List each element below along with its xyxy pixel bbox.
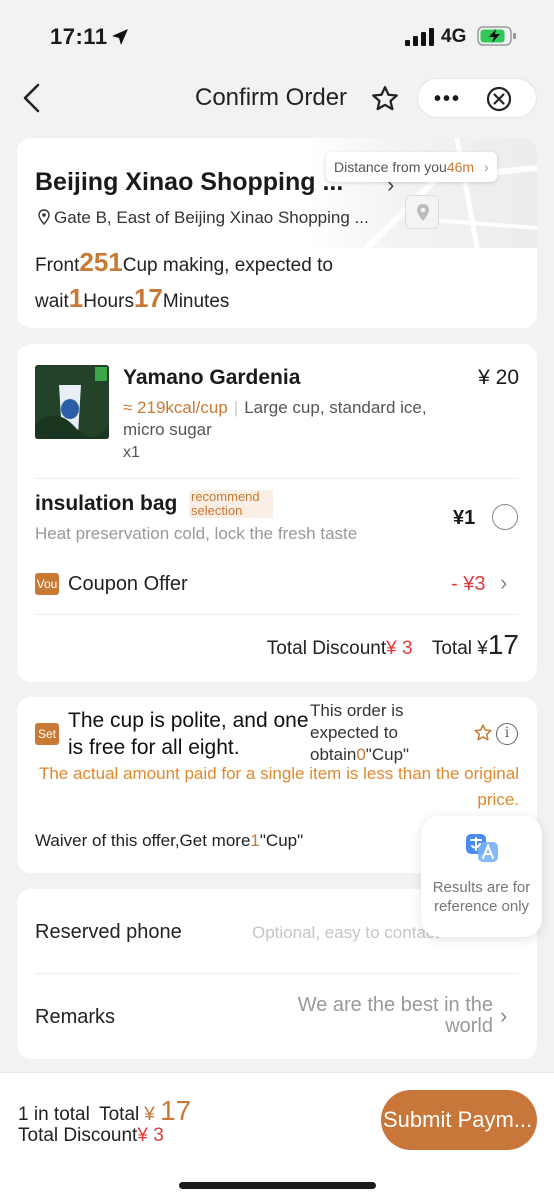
checkout-discount-label: Total Discount bbox=[18, 1125, 138, 1146]
phone-label: Reserved phone bbox=[35, 921, 182, 943]
nav-bar: Confirm Order ••• bbox=[0, 70, 554, 130]
home-indicator bbox=[179, 1182, 376, 1189]
location-arrow-icon bbox=[112, 29, 128, 45]
promo-note: The actual amount paid for a single item… bbox=[38, 764, 519, 809]
waiver-suffix: "Cup" bbox=[259, 831, 304, 850]
store-card[interactable]: Beijing Xinao Shopping ... › Distance fr… bbox=[17, 138, 537, 328]
promo-waiver[interactable]: Waiver of this offer,Get more1"Cup" bbox=[35, 831, 303, 851]
distance-label: Distance from you bbox=[334, 159, 447, 175]
recommend-tag: recommend selection bbox=[189, 490, 273, 518]
checkout-total-label: Total bbox=[99, 1104, 140, 1125]
coupon-value[interactable]: - ¥3 bbox=[451, 573, 485, 596]
discount-value: ¥ 3 bbox=[386, 638, 413, 659]
wait-hours-label: Hours bbox=[83, 291, 134, 312]
cups-ahead: 251 bbox=[79, 247, 123, 277]
translate-disclaimer: Results are for reference only bbox=[432, 879, 531, 915]
network-type: 4G bbox=[441, 26, 467, 47]
wait-hours: 1 bbox=[68, 283, 84, 313]
submit-payment-button[interactable]: Submit Paym... bbox=[381, 1090, 537, 1150]
checkout-total: 1 in total Total ¥ 17 bbox=[18, 1095, 191, 1127]
chevron-right-icon[interactable]: › bbox=[500, 570, 507, 596]
distance-tooltip: Distance from you46m › bbox=[326, 152, 497, 182]
map-pin-icon bbox=[405, 195, 439, 229]
set-icon: Set bbox=[35, 723, 59, 745]
waiver-count: 1 bbox=[250, 831, 260, 850]
voucher-icon: Vou bbox=[35, 573, 59, 595]
divider bbox=[35, 614, 519, 615]
checkout-currency: ¥ bbox=[144, 1104, 155, 1125]
translate-badge[interactable]: Results are for reference only bbox=[421, 816, 542, 937]
product-price: ¥ 20 bbox=[478, 366, 519, 389]
store-name[interactable]: Beijing Xinao Shopping ... bbox=[35, 168, 343, 197]
store-address: Gate B, East of Beijing Xinao Shopping .… bbox=[37, 208, 369, 228]
total-currency: ¥ bbox=[477, 638, 488, 659]
coupon-label[interactable]: Coupon Offer bbox=[68, 573, 188, 596]
address-text: Gate B, East of Beijing Xinao Shopping .… bbox=[54, 208, 369, 227]
product-quantity: x1 bbox=[123, 444, 140, 461]
product-thumbnail bbox=[35, 365, 109, 439]
location-pin-icon bbox=[38, 209, 50, 226]
addon-radio[interactable] bbox=[492, 504, 518, 530]
chevron-right-icon[interactable]: › bbox=[500, 1003, 507, 1029]
order-total-line: Total Discount¥ 3 Total ¥17 bbox=[267, 629, 519, 661]
promo-obtain-text: This order is expected to obtain0"Cup" bbox=[310, 700, 470, 766]
product-spec: ≈ 219kcal/cup | Large cup, standard ice, m… bbox=[123, 397, 443, 441]
order-items-card: Yamano Gardenia ¥ 20 ≈ 219kcal/cup | Large… bbox=[17, 344, 537, 682]
wait-minutes: 17 bbox=[133, 283, 163, 313]
wait-estimate: Front251Cup making, expected to wait1Hou… bbox=[35, 246, 375, 318]
divider bbox=[35, 973, 519, 974]
back-icon[interactable] bbox=[18, 82, 48, 114]
spec-separator: | bbox=[233, 398, 239, 417]
remarks-value[interactable]: We are the best in the world bbox=[257, 995, 493, 1037]
discount-label: Total Discount bbox=[266, 638, 387, 659]
mini-program-capsule: ••• bbox=[417, 78, 537, 118]
info-icon[interactable]: i bbox=[496, 723, 518, 745]
distance-value: 46m bbox=[446, 159, 475, 175]
promo-title: The cup is polite, and one is free for a… bbox=[68, 709, 309, 759]
total-label: Total bbox=[431, 638, 472, 659]
total-value: 17 bbox=[487, 629, 519, 660]
addon-description: Heat preservation cold, lock the fresh t… bbox=[35, 524, 358, 543]
distance-chevron-icon: › bbox=[483, 159, 489, 175]
item-count: 1 in total bbox=[18, 1104, 90, 1125]
star-icon[interactable] bbox=[370, 84, 400, 114]
star-outline-icon[interactable] bbox=[473, 723, 493, 743]
close-icon[interactable] bbox=[486, 86, 512, 112]
more-icon[interactable]: ••• bbox=[434, 88, 461, 111]
divider bbox=[35, 478, 519, 479]
wait-minutes-label: Minutes bbox=[162, 291, 230, 312]
addon-name: insulation bag bbox=[35, 492, 178, 515]
checkout-discount-value: ¥ 3 bbox=[137, 1125, 164, 1146]
product-kcal: ≈ 219kcal/cup bbox=[123, 398, 228, 417]
product-name: Yamano Gardenia bbox=[123, 366, 301, 389]
status-bar: 17:11 4G bbox=[0, 0, 554, 70]
checkout-total-value: 17 bbox=[160, 1095, 192, 1126]
translate-icon bbox=[466, 834, 498, 862]
page-title: Confirm Order bbox=[195, 84, 348, 111]
signal-icon bbox=[405, 28, 435, 46]
wait-front: Front bbox=[35, 255, 80, 276]
battery-charging-icon bbox=[477, 26, 516, 46]
remarks-label: Remarks bbox=[35, 1006, 116, 1028]
waiver-prefix: Waiver of this offer,Get more bbox=[35, 831, 251, 850]
addon-price: ¥1 bbox=[453, 507, 476, 529]
status-time: 17:11 bbox=[50, 24, 108, 49]
phone-input[interactable] bbox=[252, 920, 442, 946]
checkout-bar: 1 in total Total ¥ 17 Total Discount¥ 3 S… bbox=[0, 1072, 554, 1200]
checkout-discount: Total Discount¥ 3 bbox=[18, 1125, 164, 1147]
